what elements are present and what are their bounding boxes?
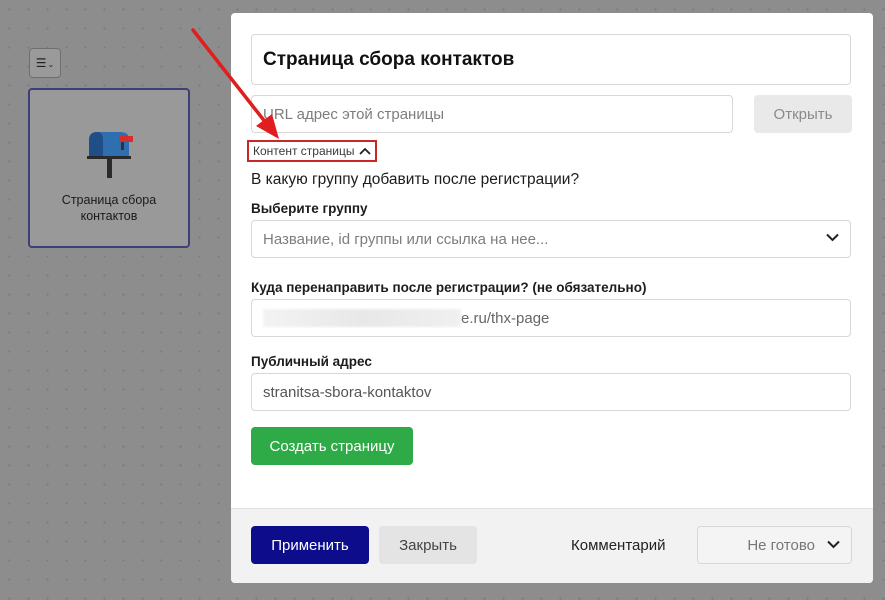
url-input[interactable]: URL адрес этой страницы (251, 95, 733, 133)
redacted-region (263, 309, 461, 327)
group-select[interactable]: Название, id группы или ссылка на нее... (251, 220, 851, 258)
redirect-value: e.ru/thx-page (461, 309, 550, 327)
canvas-menu-button[interactable]: ☰ ⌄ (29, 48, 61, 78)
apply-button[interactable]: Применить (251, 526, 369, 564)
group-select-placeholder: Название, id группы или ссылка на нее... (263, 230, 549, 248)
contact-page-node[interactable]: Страница сбора контактов (28, 88, 190, 248)
create-page-button[interactable]: Создать страницу (251, 427, 413, 465)
redirect-label: Куда перенаправить после регистрации? (н… (251, 280, 647, 295)
status-select[interactable]: Не готово (697, 526, 852, 564)
public-address-input[interactable]: stranitsa-sbora-kontaktov (251, 373, 851, 411)
mailbox-icon (87, 132, 133, 178)
public-address-label: Публичный адрес (251, 354, 372, 369)
chevron-up-icon (359, 147, 372, 155)
node-label: Страница сбора контактов (61, 193, 157, 223)
comment-link[interactable]: Комментарий (571, 537, 665, 554)
chevron-down-icon (827, 540, 840, 549)
open-button[interactable]: Открыть (754, 95, 852, 133)
group-select-label: Выберите группу (251, 201, 368, 216)
content-toggle-label: Контент страницы (253, 144, 355, 158)
status-value: Не готово (747, 536, 815, 554)
chevron-down-icon (826, 233, 839, 242)
chevron-down-icon: ⌄ (47, 59, 55, 69)
content-toggle[interactable]: Контент страницы (247, 140, 378, 162)
menu-icon: ☰ (35, 56, 47, 70)
close-button[interactable]: Закрыть (379, 526, 477, 564)
page-title-input[interactable]: Страница сбора контактов (251, 34, 851, 85)
modal-footer: Применить Закрыть Комментарий Не готово (231, 508, 873, 583)
redirect-input[interactable]: e.ru/thx-page (251, 299, 851, 337)
group-question: В какую группу добавить после регистраци… (251, 171, 580, 188)
page-settings-modal: Страница сбора контактов URL адрес этой … (231, 13, 873, 583)
modal-body: Страница сбора контактов URL адрес этой … (231, 13, 873, 508)
